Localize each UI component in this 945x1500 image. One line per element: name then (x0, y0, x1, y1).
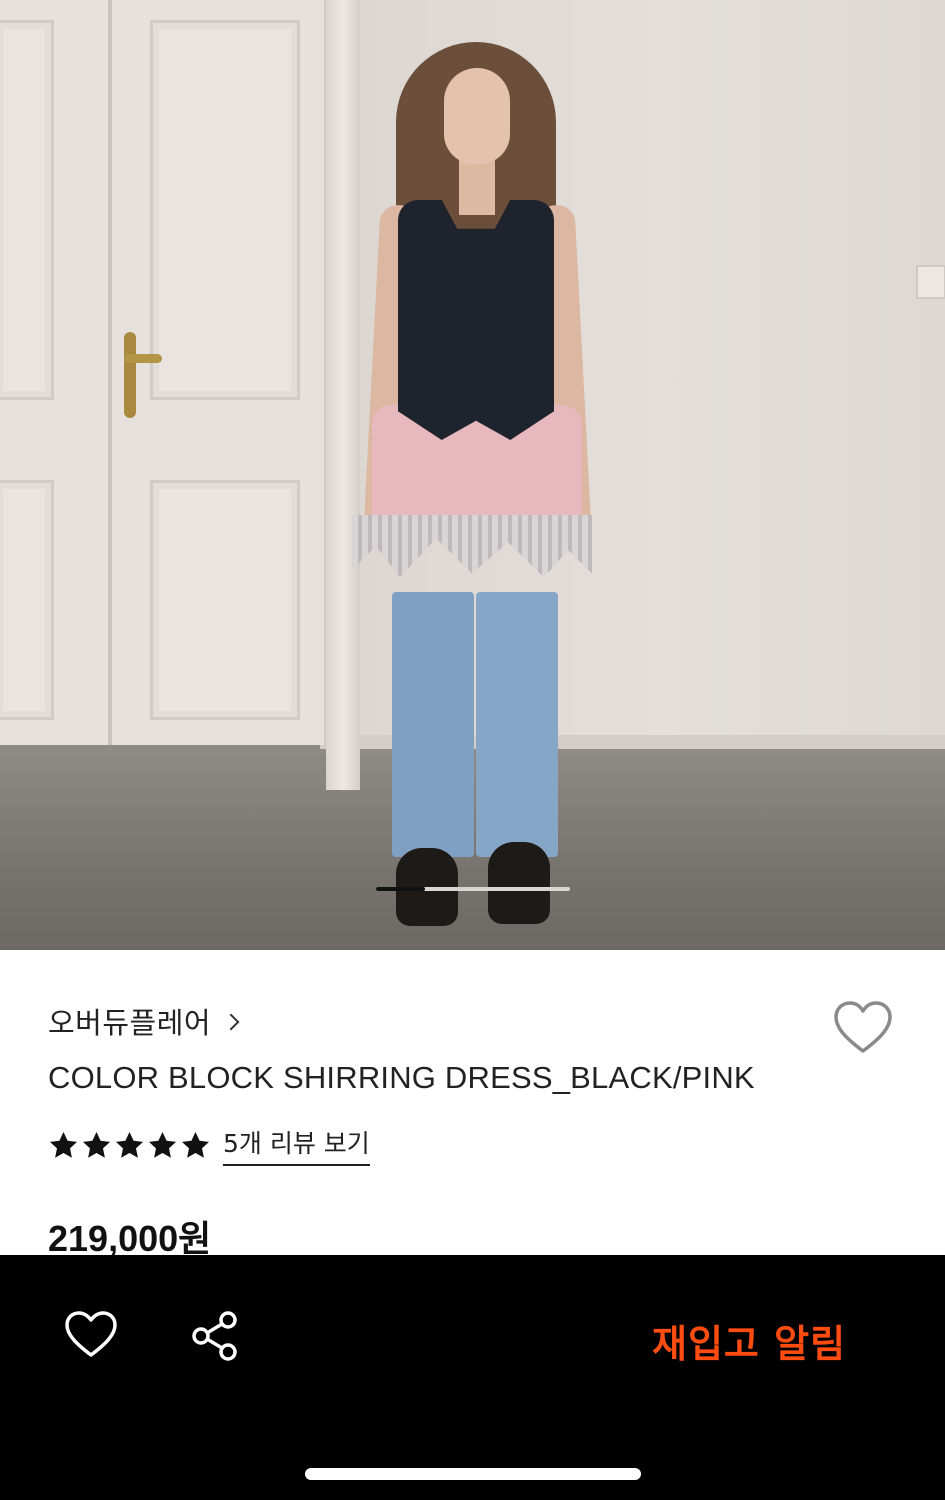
model-shoe-right (488, 842, 550, 924)
star-rating (48, 1130, 211, 1161)
chevron-right-icon (222, 1013, 240, 1031)
bottom-action-bar (0, 1255, 945, 1500)
home-indicator[interactable] (305, 1468, 641, 1480)
gallery-pager (376, 887, 570, 891)
star-filled-icon (149, 1131, 176, 1158)
gallery-pager-progress (376, 887, 425, 891)
model-jeans-right (476, 592, 558, 857)
restock-alert-button[interactable]: 재입고 알림 (652, 1313, 846, 1368)
model-jeans-left (392, 592, 474, 857)
photo-door-lever (124, 354, 162, 363)
star-filled-icon (50, 1131, 77, 1158)
brand-name[interactable]: 오버듀플레어 (48, 1000, 211, 1042)
dress-bodice (398, 200, 554, 440)
model-neck (459, 155, 495, 215)
photo-door-handle (124, 332, 136, 418)
photo-door (0, 0, 330, 745)
rating-row: 5개 리뷰 보기 (48, 1124, 370, 1166)
wishlist-heart-icon[interactable] (832, 1000, 894, 1056)
heart-outline-icon[interactable] (64, 1310, 118, 1360)
star-filled-icon (182, 1131, 209, 1158)
product-image-gallery[interactable] (0, 0, 945, 950)
product-title: COLOR BLOCK SHIRRING DRESS_BLACK/PINK (48, 1060, 755, 1095)
review-link[interactable]: 5개 리뷰 보기 (223, 1124, 370, 1166)
brand-link[interactable]: 오버듀플레어 (48, 1000, 240, 1042)
star-filled-icon (83, 1131, 110, 1158)
photo-door-frame (326, 0, 360, 790)
model-face (444, 68, 510, 164)
star-filled-icon (116, 1131, 143, 1158)
photo-light-switch (916, 265, 945, 299)
share-icon[interactable] (188, 1310, 242, 1362)
